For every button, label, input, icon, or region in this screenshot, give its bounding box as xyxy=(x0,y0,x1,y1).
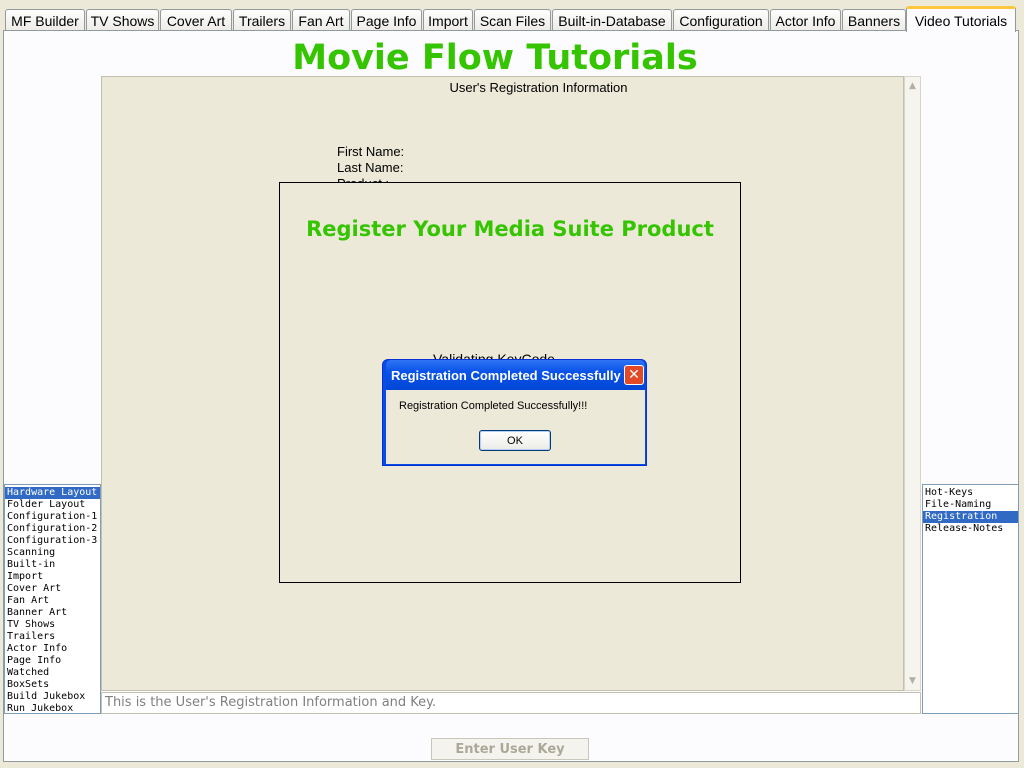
tab-configuration[interactable]: Configuration xyxy=(673,9,769,31)
list-item-registration[interactable]: Registration xyxy=(923,511,1018,523)
list-item-import[interactable]: Import xyxy=(5,571,100,583)
tab-fan-art[interactable]: Fan Art xyxy=(292,9,350,31)
tab-actor-info[interactable]: Actor Info xyxy=(770,9,841,31)
message-box-titlebar[interactable]: Registration Completed Successfully ✕ xyxy=(386,360,645,390)
tab-built-in-database[interactable]: Built-in-Database xyxy=(552,9,672,31)
list-item-hardware-layout[interactable]: Hardware Layout xyxy=(5,487,100,499)
list-item-banner-art[interactable]: Banner Art xyxy=(5,607,100,619)
tab-trailers[interactable]: Trailers xyxy=(233,9,291,31)
hint-bar: This is the User's Registration Informat… xyxy=(101,692,921,714)
ok-button[interactable]: OK xyxy=(479,430,551,451)
register-dialog-title: Register Your Media Suite Product xyxy=(306,217,714,241)
list-item-built-in[interactable]: Built-in xyxy=(5,559,100,571)
topic-detail-list[interactable]: Hot-Keys File-Naming Registration Releas… xyxy=(922,484,1019,714)
list-item-scanning[interactable]: Scanning xyxy=(5,547,100,559)
tab-page-info[interactable]: Page Info xyxy=(351,9,422,31)
tab-import[interactable]: Import xyxy=(423,9,473,31)
tab-bar: MF Builder TV Shows Cover Art Trailers F… xyxy=(0,0,1024,32)
tutorial-topic-list[interactable]: Hardware Layout Folder Layout Configurat… xyxy=(4,484,101,714)
list-item-release-notes[interactable]: Release-Notes xyxy=(923,523,1018,535)
section-title: User's Registration Information xyxy=(449,80,628,95)
list-item-hot-keys[interactable]: Hot-Keys xyxy=(923,487,1018,499)
list-item-configuration-1[interactable]: Configuration-1 xyxy=(5,511,100,523)
hint-text: This is the User's Registration Informat… xyxy=(105,695,437,710)
list-item-build-jukebox[interactable]: Build Jukebox xyxy=(5,691,100,703)
message-box-text: Registration Completed Successfully!!! xyxy=(399,400,588,412)
close-icon[interactable]: ✕ xyxy=(624,365,644,385)
tab-banners[interactable]: Banners xyxy=(842,9,906,31)
list-item-trailers[interactable]: Trailers xyxy=(5,631,100,643)
tab-cover-art[interactable]: Cover Art xyxy=(160,9,232,31)
last-name-label: Last Name: xyxy=(337,160,404,175)
list-item-configuration-3[interactable]: Configuration-3 xyxy=(5,535,100,547)
list-item-file-naming[interactable]: File-Naming xyxy=(923,499,1018,511)
list-item-folder-layout[interactable]: Folder Layout xyxy=(5,499,100,511)
message-box-title: Registration Completed Successfully xyxy=(391,368,621,383)
list-item-boxsets[interactable]: BoxSets xyxy=(5,679,100,691)
vertical-scrollbar[interactable]: ▲ ▼ xyxy=(904,76,921,691)
tab-video-tutorials[interactable]: Video Tutorials xyxy=(906,6,1016,32)
list-item-fan-art[interactable]: Fan Art xyxy=(5,595,100,607)
list-item-cover-art[interactable]: Cover Art xyxy=(5,583,100,595)
first-name-label: First Name: xyxy=(337,144,405,159)
scroll-down-icon[interactable]: ▼ xyxy=(906,674,919,688)
tab-scan-files[interactable]: Scan Files xyxy=(474,9,551,31)
list-item-run-jukebox[interactable]: Run Jukebox xyxy=(5,703,100,715)
list-item-configuration-2[interactable]: Configuration-2 xyxy=(5,523,100,535)
message-box-body: Registration Completed Successfully!!! O… xyxy=(386,390,645,464)
tab-mf-builder[interactable]: MF Builder xyxy=(5,9,85,31)
tab-tv-shows[interactable]: TV Shows xyxy=(86,9,159,31)
list-item-watched[interactable]: Watched xyxy=(5,667,100,679)
enter-user-key-button[interactable]: Enter User Key xyxy=(431,738,589,760)
page-title: Movie Flow Tutorials xyxy=(292,38,698,78)
list-item-page-info[interactable]: Page Info xyxy=(5,655,100,667)
list-item-tv-shows[interactable]: TV Shows xyxy=(5,619,100,631)
list-item-actor-info[interactable]: Actor Info xyxy=(5,643,100,655)
success-message-box: Registration Completed Successfully ✕ Re… xyxy=(382,359,647,466)
